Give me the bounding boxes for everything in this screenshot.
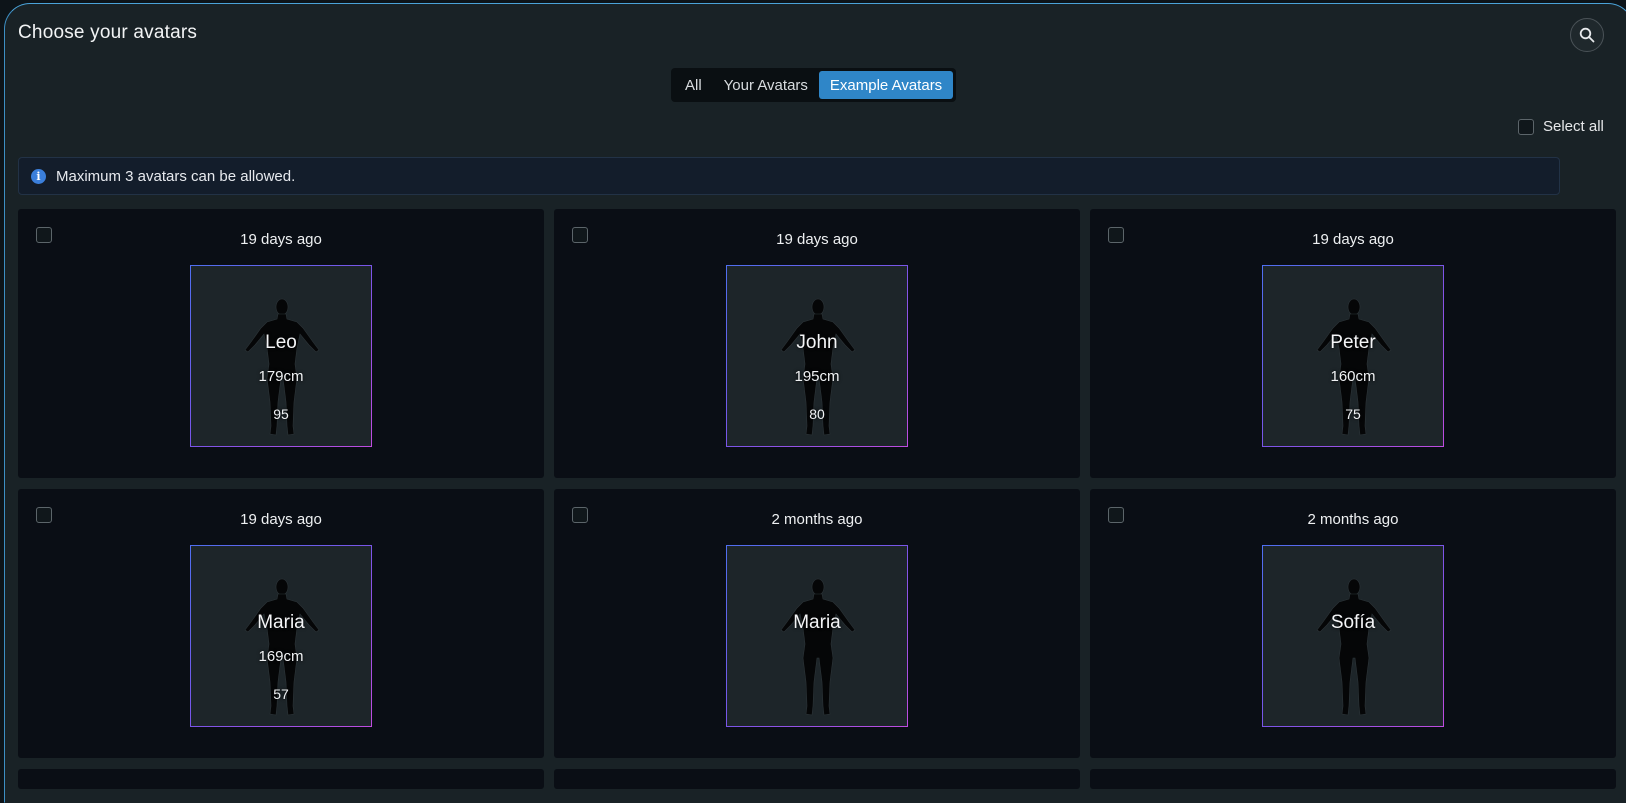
avatar-name: Leo (265, 332, 297, 353)
select-all-label: Select all (1543, 118, 1604, 135)
avatar-card[interactable]: 2 months ago Maria (554, 489, 1080, 758)
avatar-height: 179cm (258, 368, 304, 385)
avatar-card[interactable]: 19 days ago Maria 169cm 57 (18, 489, 544, 758)
avatar-height: 160cm (1330, 368, 1376, 385)
avatar-name: Maria (257, 612, 305, 633)
avatar-created-time: 19 days ago (240, 511, 322, 528)
info-alert-text: Maximum 3 avatars can be allowed. (56, 167, 296, 185)
avatar-card[interactable]: 19 days ago John 195cm 80 (554, 209, 1080, 478)
avatar-created-time: 19 days ago (240, 231, 322, 248)
avatar-weight: 95 (273, 406, 289, 422)
avatar-name: Sofía (1330, 612, 1376, 633)
avatar-weight: 75 (1345, 406, 1361, 422)
avatar-card[interactable] (1090, 769, 1616, 789)
avatar-name: John (796, 332, 838, 353)
avatar-card[interactable] (554, 769, 1080, 789)
body-silhouette-icon (1316, 578, 1392, 716)
avatar-created-time: 2 months ago (1307, 511, 1399, 528)
info-alert: i Maximum 3 avatars can be allowed. (18, 157, 1560, 195)
avatar-created-time: 19 days ago (776, 231, 858, 248)
avatar-card[interactable]: 2 months ago Sofía (1090, 489, 1616, 758)
body-silhouette-icon (780, 578, 856, 716)
select-all[interactable]: Select all (1518, 118, 1604, 135)
info-icon: i (31, 168, 46, 184)
tab-all[interactable]: All (674, 71, 713, 99)
tab-example-avatars[interactable]: Example Avatars (818, 71, 954, 99)
avatar-preview[interactable]: John 195cm 80 (726, 265, 908, 447)
avatar-name: Maria (793, 612, 841, 633)
search-button[interactable] (1570, 18, 1604, 52)
avatar-card[interactable]: 19 days ago Leo 179cm 95 (18, 209, 544, 478)
avatar-created-time: 2 months ago (771, 511, 863, 528)
avatar-chooser-window: Choose your avatars All Your Avatars Exa… (4, 3, 1626, 803)
avatar-name: Peter (1330, 332, 1376, 353)
avatar-preview[interactable]: Peter 160cm 75 (1262, 265, 1444, 447)
avatar-preview[interactable]: Maria (726, 545, 908, 727)
avatar-created-time: 19 days ago (1312, 231, 1394, 248)
tab-your-avatars[interactable]: Your Avatars (713, 71, 819, 99)
avatar-weight: 80 (809, 406, 825, 422)
avatar-grid: 19 days ago Leo 179cm 95 19 days ago Joh… (18, 209, 1616, 789)
avatar-card[interactable] (18, 769, 544, 789)
page-title: Choose your avatars (18, 22, 198, 43)
avatar-card[interactable]: 19 days ago Peter 160cm 75 (1090, 209, 1616, 478)
avatar-preview[interactable]: Leo 179cm 95 (190, 265, 372, 447)
avatar-height: 195cm (794, 368, 840, 385)
avatar-preview[interactable]: Sofía (1262, 545, 1444, 727)
avatar-preview[interactable]: Maria 169cm 57 (190, 545, 372, 727)
avatar-height: 169cm (258, 648, 304, 665)
select-all-checkbox[interactable] (1518, 118, 1534, 135)
avatar-weight: 57 (273, 686, 289, 702)
search-icon (1579, 27, 1595, 43)
avatar-filter-tabs: All Your Avatars Example Avatars (671, 68, 957, 102)
